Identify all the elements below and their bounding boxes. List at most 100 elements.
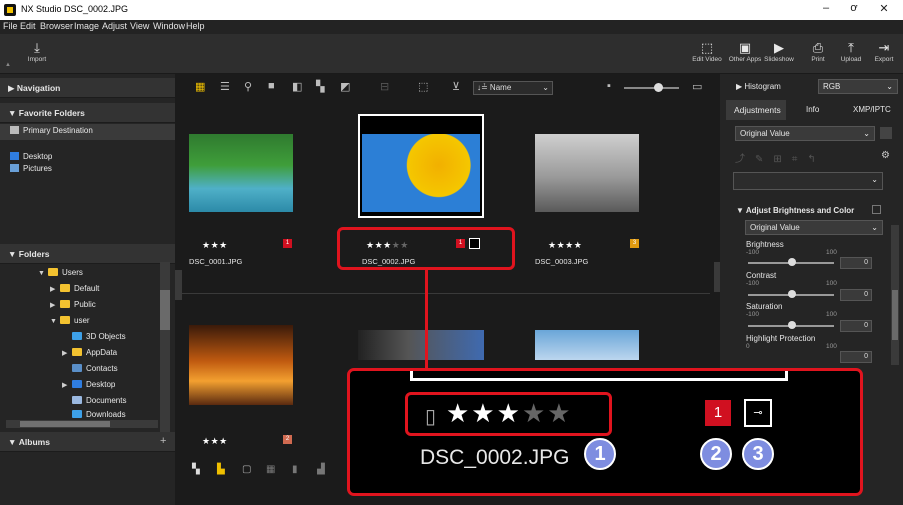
collapse-arrow-icon[interactable]: ▲ [5, 62, 11, 68]
histogram-mode-dropdown[interactable]: RGB ⌄ [818, 79, 898, 94]
albums-header[interactable]: ▼ Albums + [0, 432, 175, 452]
list-view-icon[interactable]: ☰ [220, 80, 230, 93]
tab-xmp-iptc[interactable]: XMP/IPTC [853, 105, 891, 114]
highlight-value[interactable]: 0 [840, 351, 872, 363]
minimize-button[interactable]: – [818, 2, 834, 14]
tree-scrollbar[interactable] [160, 262, 170, 432]
before-after-icon[interactable]: ◩ [340, 80, 350, 93]
film-icon: ⬚ [700, 40, 714, 55]
window-title: NX Studio DSC_0002.JPG [21, 4, 129, 14]
filmstrip-icon[interactable]: ▚ [192, 464, 200, 475]
import-button[interactable]: ⤓ Import [18, 40, 56, 63]
menu-help[interactable]: Help [186, 21, 205, 31]
slideshow-button[interactable]: ▶ Slideshow [760, 40, 798, 63]
preset-menu-icon[interactable] [880, 127, 892, 139]
edit-video-button[interactable]: ⬚ Edit Video [688, 40, 726, 63]
menu-window[interactable]: Window [153, 21, 185, 31]
menu-edit[interactable]: Edit [20, 21, 36, 31]
downloads-icon [72, 410, 82, 418]
preset-dropdown[interactable]: Original Value ⌄ [735, 126, 875, 141]
tree-item-appdata[interactable]: ▶ AppData [62, 348, 117, 357]
tree-item-desktop[interactable]: ▶ Desktop [62, 380, 115, 389]
saturation-knob[interactable] [788, 321, 796, 329]
menu-adjust[interactable]: Adjust [102, 21, 127, 31]
tool-icons[interactable]: ⤴✎⊞⌗↰ [735, 150, 826, 165]
close-button[interactable]: ✕ [876, 2, 892, 15]
tree-item-default[interactable]: ▶ Default [50, 284, 99, 293]
other-apps-button[interactable]: ▣ Other Apps [726, 40, 764, 63]
stack-view-icon[interactable]: ▙ [217, 464, 225, 475]
thumbnail-image[interactable] [189, 325, 293, 405]
tree-item-3d-objects[interactable]: 3D Objects [62, 332, 126, 341]
stack-icon[interactable]: ⊟ [380, 80, 389, 93]
rating-stars[interactable]: ★★★ [202, 436, 228, 447]
menu-file[interactable]: File [3, 21, 18, 31]
rating-stars[interactable]: ★★★★ [548, 240, 582, 251]
left-collapse-tab[interactable] [175, 270, 182, 300]
multi-view-icon[interactable]: ▚ [316, 80, 324, 93]
tab-adjustments[interactable]: Adjustments [726, 100, 786, 120]
navigation-header[interactable]: ▶ Navigation [0, 78, 175, 98]
thumbnail-image[interactable] [535, 134, 639, 212]
tree-item-documents[interactable]: Documents [62, 396, 126, 405]
thumb-size-small-icon[interactable]: ▪ [607, 80, 611, 92]
tree-item-public[interactable]: ▶ Public [50, 300, 96, 309]
thumbnail-image[interactable] [189, 134, 293, 212]
menu-image[interactable]: Image [74, 21, 99, 31]
tree-item-downloads[interactable]: Downloads [62, 410, 126, 419]
menu-view[interactable]: View [130, 21, 149, 31]
grid-view-icon[interactable]: ▦ [195, 80, 205, 93]
thumbnail-image[interactable] [535, 330, 639, 360]
right-scrollbar-thumb[interactable] [892, 290, 898, 340]
title-bar [0, 0, 903, 20]
add-album-icon[interactable]: + [160, 435, 166, 447]
folders-header[interactable]: ▼ Folders [0, 244, 175, 264]
thumb-size-large-icon[interactable]: ▭ [692, 80, 702, 93]
section-header[interactable]: ▼ Adjust Brightness and Color [736, 206, 854, 215]
saturation-value[interactable]: 0 [840, 320, 872, 332]
saturation-label: Saturation [746, 302, 783, 311]
tree-horizontal-thumb[interactable] [20, 421, 110, 427]
histogram-header[interactable]: ▶ Histogram [736, 82, 781, 91]
frame-icon[interactable]: ▢ [242, 464, 251, 475]
fav-pictures[interactable]: Pictures [10, 164, 52, 173]
thumbnail-image[interactable] [362, 134, 480, 212]
thumbnail-size-knob[interactable] [654, 83, 663, 92]
tree-item-contacts[interactable]: Contacts [62, 364, 118, 373]
export-button[interactable]: ⇥ Export [865, 40, 903, 63]
thumbnail-image[interactable] [358, 330, 484, 360]
contrast-knob[interactable] [788, 290, 796, 298]
map-view-icon[interactable]: ⚲ [244, 80, 252, 93]
primary-destination-item[interactable]: Primary Destination [10, 126, 93, 135]
picture-control-dropdown[interactable]: ⌄ [733, 172, 883, 190]
compare-view-icon[interactable]: ◧ [292, 80, 302, 93]
tree-item-users[interactable]: ▼ Users [38, 268, 83, 277]
fit-icon[interactable]: ⬚ [418, 80, 428, 93]
thumbnail-size-slider[interactable] [624, 87, 679, 89]
single-view-icon[interactable]: ■ [268, 80, 275, 92]
sort-dropdown[interactable]: ↓≟ Name ⌄ [473, 81, 553, 95]
marker-3: 3 [742, 438, 774, 470]
favorite-folders-header[interactable]: ▼ Favorite Folders [0, 103, 175, 123]
tree-item-user[interactable]: ▼ user [50, 316, 90, 325]
file-name: DSC_0001.JPG [189, 257, 243, 266]
settings-gear-icon[interactable]: ⚙ [881, 150, 890, 161]
brightness-value[interactable]: 0 [840, 257, 872, 269]
maximize-button[interactable]: ơ [846, 2, 862, 14]
filter-icon[interactable]: ⊻ [452, 80, 460, 93]
rating-stars[interactable]: ★★★ [202, 240, 228, 251]
histogram-icon[interactable]: ▟ [317, 464, 325, 475]
tree-scrollbar-thumb[interactable] [160, 290, 170, 330]
info-icon[interactable]: ▮ [292, 464, 298, 475]
section-checkbox[interactable] [872, 205, 881, 214]
app-logo-icon [4, 4, 16, 16]
brightness-knob[interactable] [788, 258, 796, 266]
tab-info[interactable]: Info [806, 105, 819, 114]
fav-desktop[interactable]: Desktop [10, 152, 52, 161]
contrast-value[interactable]: 0 [840, 289, 872, 301]
grid-icon[interactable]: ▦ [266, 464, 275, 475]
highlight-min: 0 [746, 343, 750, 350]
brightness-preset-dropdown[interactable]: Original Value ⌄ [745, 220, 883, 235]
row-divider [180, 293, 710, 294]
menu-browser[interactable]: Browser [40, 21, 73, 31]
